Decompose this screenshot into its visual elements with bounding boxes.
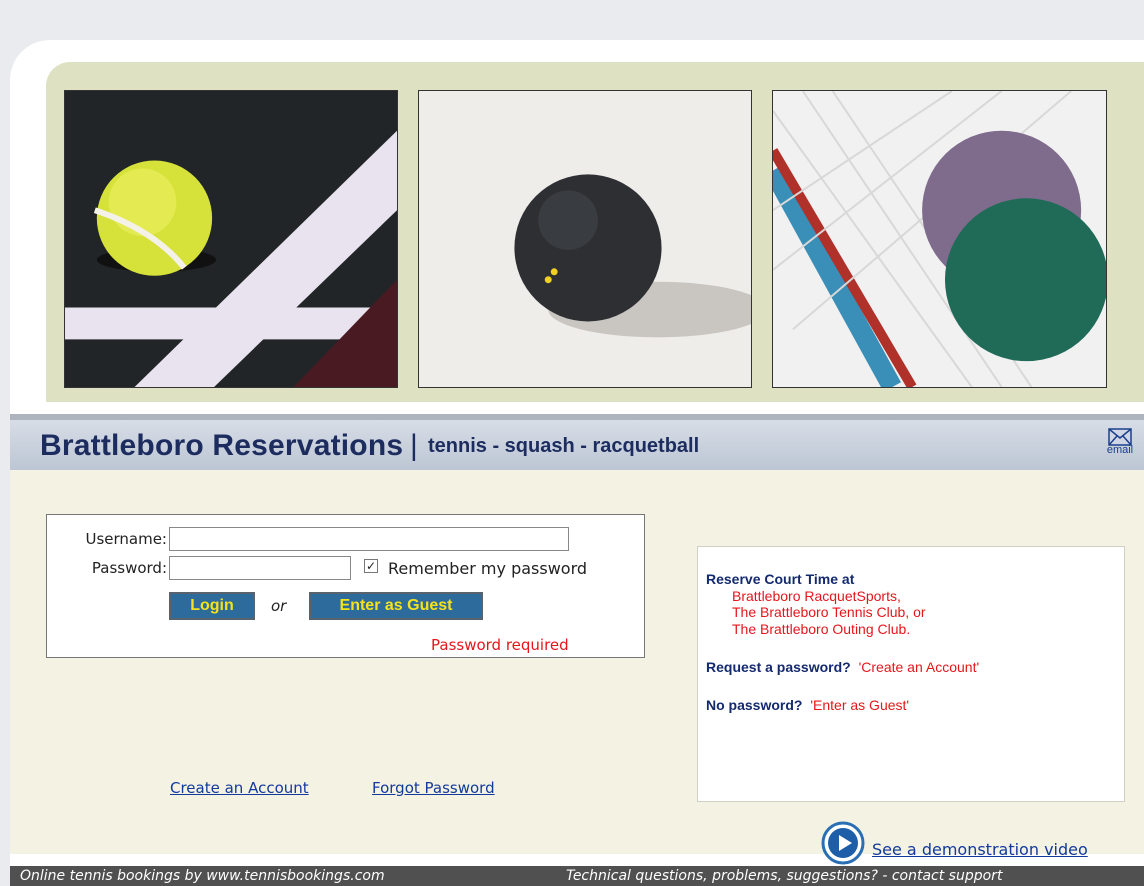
venue-item: Brattleboro RacquetSports, [732, 588, 901, 604]
request-password-label: Request a password? [706, 659, 851, 675]
password-error-message: Password required [431, 636, 569, 654]
main-content: Username: Password: ✓ Remember my passwo… [10, 470, 1144, 865]
enter-as-guest-info-link[interactable]: 'Enter as Guest' [810, 697, 909, 713]
squash-ball-photo [418, 90, 752, 388]
venue-item: The Brattleboro Outing Club. [732, 621, 911, 637]
footer: Online tennis bookings by www.tennisbook… [10, 866, 1144, 886]
remember-password-label: Remember my password [388, 559, 588, 578]
create-account-info-link[interactable]: 'Create an Account' [859, 659, 980, 675]
no-password-label: No password? [706, 697, 803, 713]
tennis-ball-photo [64, 90, 398, 388]
password-label: Password: [91, 559, 167, 577]
remember-password-checkbox[interactable]: ✓ [364, 559, 378, 573]
or-label: or [271, 597, 287, 615]
info-panel: Reserve Court Time at Brattleboro Racque… [697, 546, 1125, 802]
title-bar: Brattleboro Reservations | tennis - squa… [10, 414, 1144, 470]
footer-credit[interactable]: Online tennis bookings by www.tennisbook… [20, 868, 385, 884]
create-account-link[interactable]: Create an Account [170, 779, 309, 797]
email-link[interactable]: email [1104, 428, 1136, 456]
login-button[interactable]: Login [169, 592, 255, 620]
site-subtitle: tennis - squash - racquetball [428, 435, 700, 457]
demo-video-label: See a demonstration video [872, 840, 1088, 859]
username-label: Username: [85, 530, 167, 548]
racquetball-photo [772, 90, 1107, 388]
footer-support[interactable]: Technical questions, problems, suggestio… [566, 868, 1002, 884]
venue-item: The Brattleboro Tennis Club, or [732, 604, 926, 620]
no-password-line: No password? 'Enter as Guest' [706, 697, 909, 713]
email-label: email [1106, 444, 1134, 456]
request-password-line: Request a password? 'Create an Account' [706, 659, 979, 675]
enter-as-guest-button[interactable]: Enter as Guest [309, 592, 483, 620]
password-input[interactable] [169, 556, 351, 580]
info-heading: Reserve Court Time at [706, 571, 855, 587]
login-form: Username: Password: ✓ Remember my passwo… [46, 514, 645, 658]
play-icon [821, 821, 865, 865]
title-separator: | [410, 429, 418, 462]
page-frame: Brattleboro Reservations | tennis - squa… [10, 40, 1144, 886]
forgot-password-link[interactable]: Forgot Password [372, 779, 495, 797]
username-input[interactable] [169, 527, 569, 551]
site-title: Brattleboro Reservations [40, 429, 404, 462]
